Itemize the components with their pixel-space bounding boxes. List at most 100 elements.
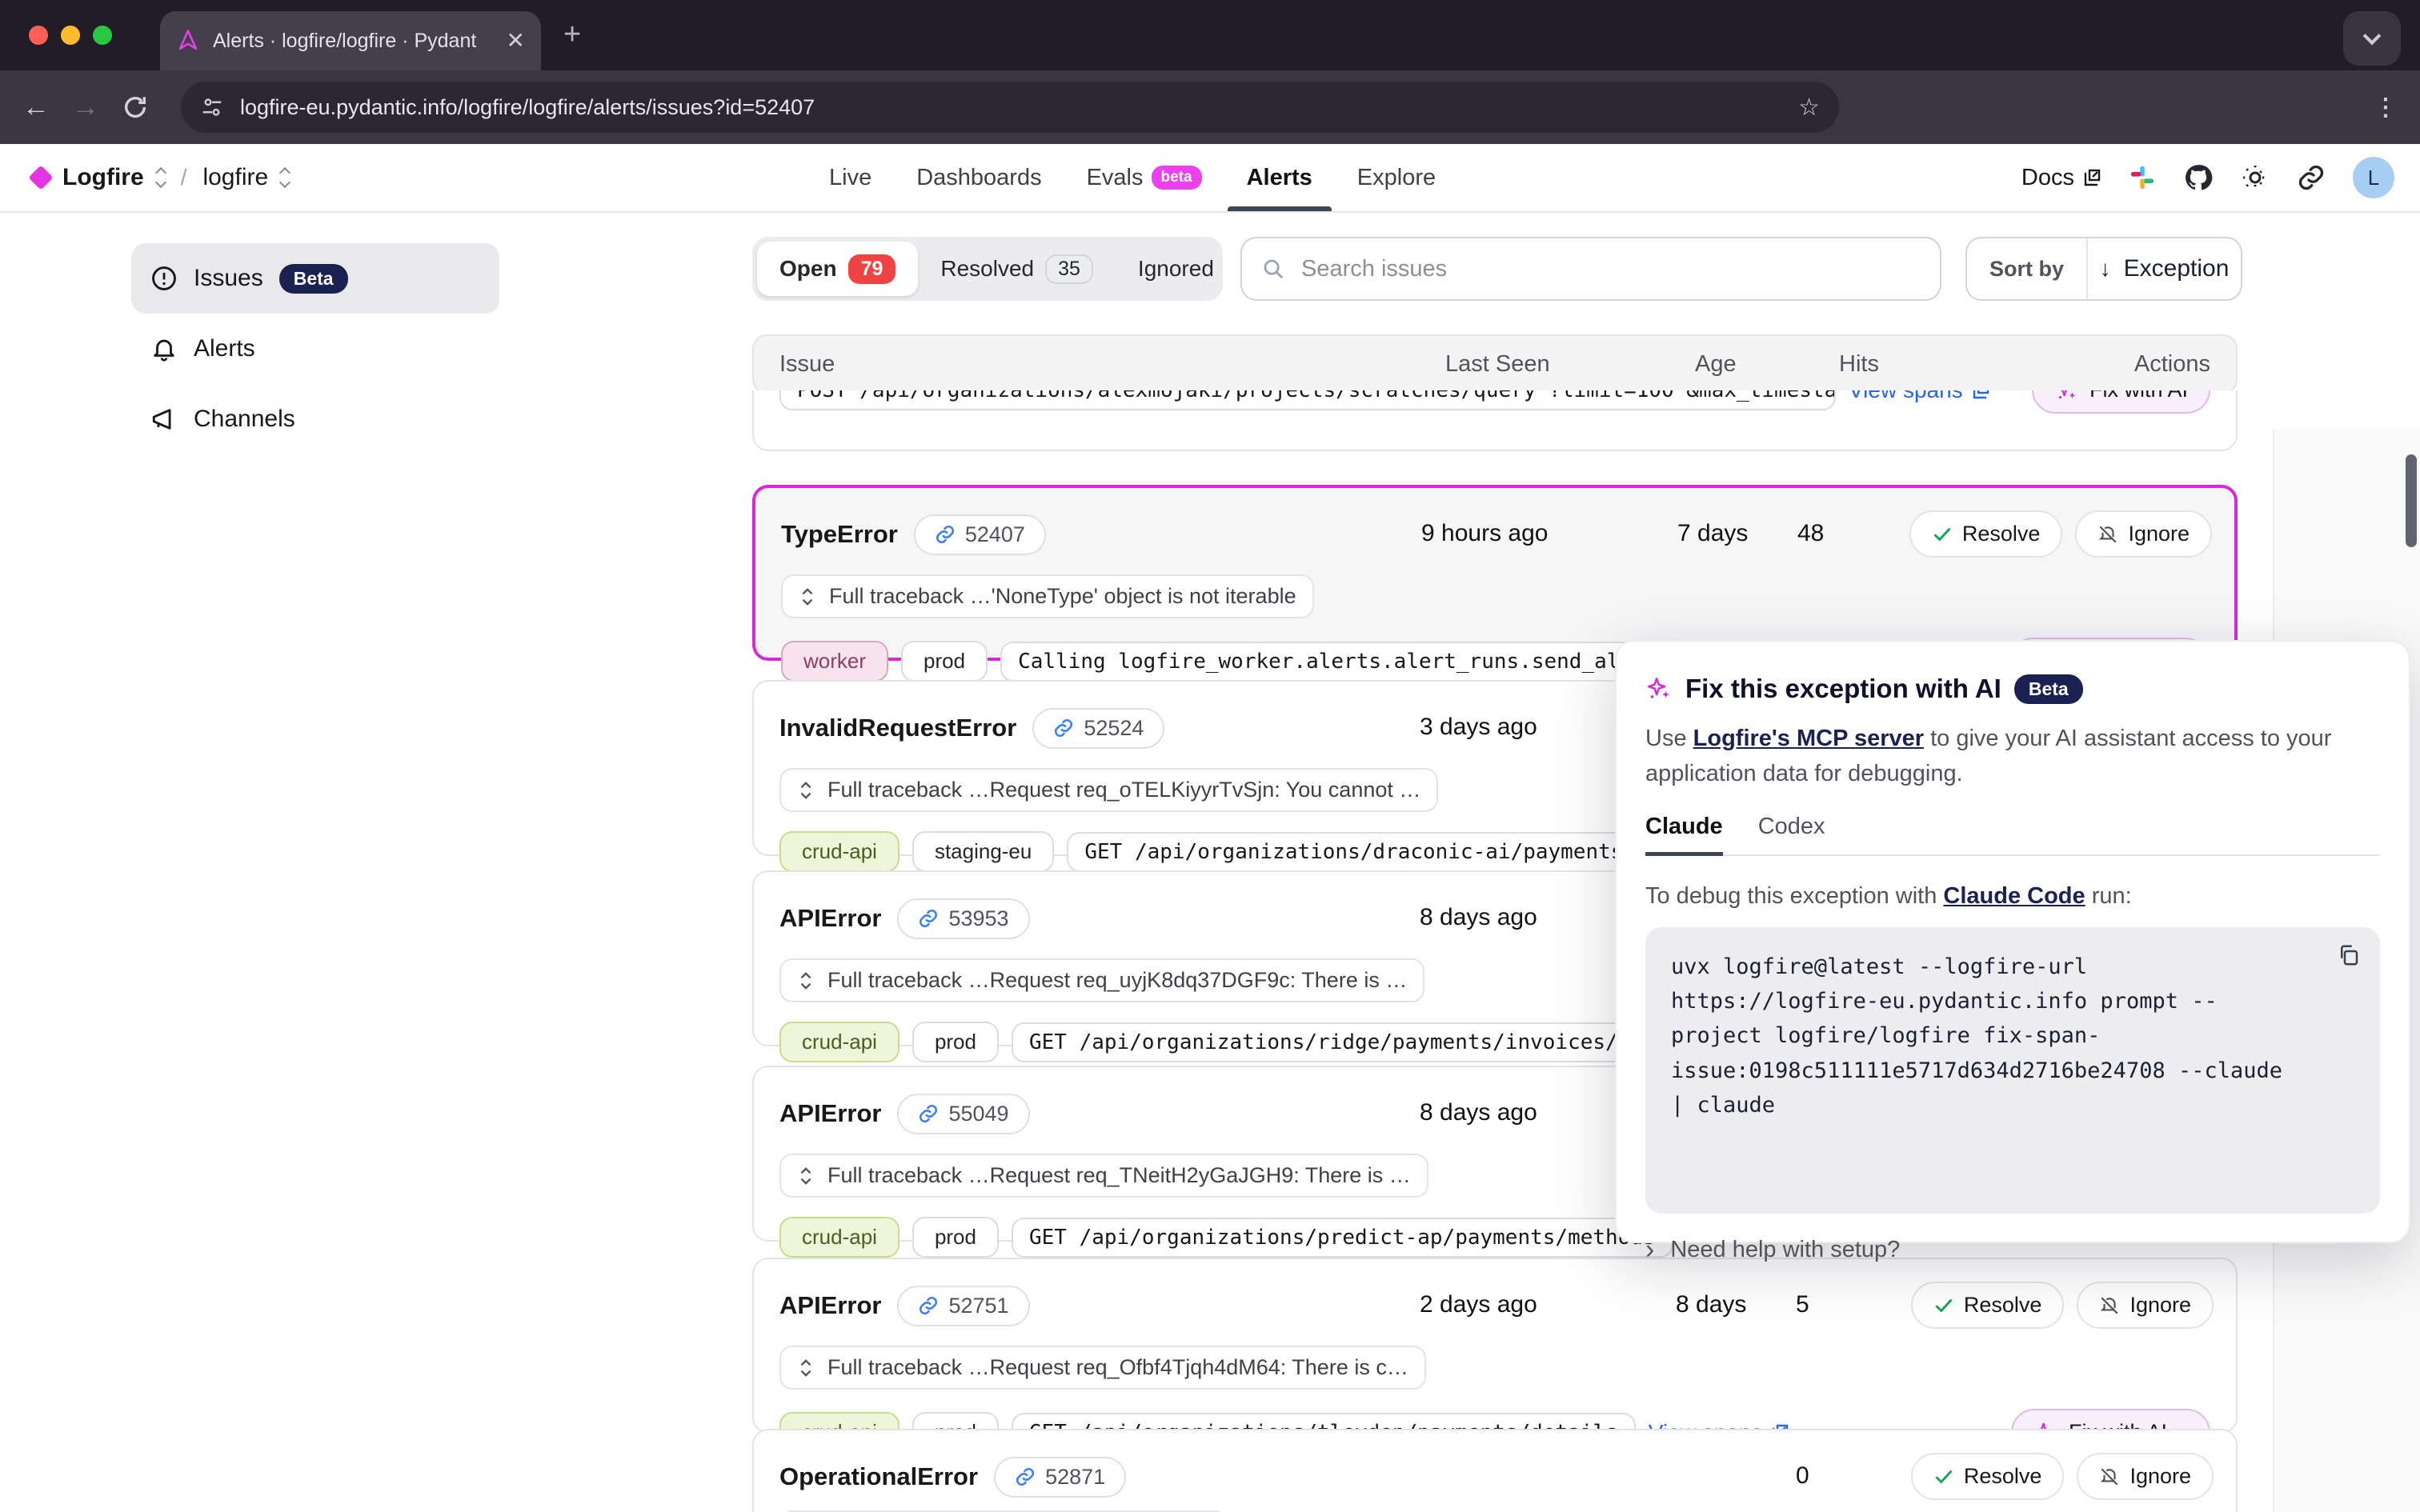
resolve-button[interactable]: Resolve bbox=[1911, 1282, 2065, 1329]
ignore-button[interactable]: Ignore bbox=[2075, 510, 2212, 558]
mcp-server-link[interactable]: Logfire's MCP server bbox=[1693, 726, 1924, 751]
issue-id-chip[interactable]: 53953 bbox=[897, 898, 1029, 939]
alert-circle-icon bbox=[150, 265, 178, 292]
popup-description: Use Logfire's MCP server to give your AI… bbox=[1645, 722, 2380, 791]
issue-hits: 0 bbox=[1796, 1462, 1809, 1490]
back-button[interactable]: ← bbox=[22, 92, 50, 123]
issue-age: 8 days bbox=[1676, 1291, 1746, 1318]
browser-tab-bar: Alerts · logfire/logfire · Pydant ✕ + bbox=[0, 0, 2420, 70]
expand-icon bbox=[797, 1358, 815, 1378]
docs-link[interactable]: Docs bbox=[2021, 165, 2101, 191]
browser-menu-icon[interactable]: ⋮ bbox=[2374, 94, 2398, 122]
close-window-button[interactable] bbox=[29, 26, 48, 45]
ignore-slash-icon bbox=[2099, 1295, 2120, 1316]
browser-tab[interactable]: Alerts · logfire/logfire · Pydant ✕ bbox=[160, 11, 541, 70]
issue-row[interactable]: TypeError 52407 9 hours ago 7 days 48 Re… bbox=[752, 485, 2238, 661]
setup-help-toggle[interactable]: › Need help with setup? bbox=[1645, 1234, 2380, 1266]
tab-open[interactable]: Open 79 bbox=[757, 242, 918, 296]
issue-title: TypeError bbox=[781, 520, 898, 549]
slack-icon[interactable] bbox=[2129, 164, 2156, 191]
resolve-button[interactable]: Resolve bbox=[1911, 1453, 2065, 1500]
issue-id-chip[interactable]: 55049 bbox=[897, 1094, 1029, 1134]
issue-row[interactable]: APIError 52751 2 days ago 8 days 5 Resol… bbox=[752, 1258, 2238, 1434]
issue-id: 53953 bbox=[948, 906, 1008, 931]
maximize-window-button[interactable] bbox=[93, 26, 112, 45]
issue-title: APIError bbox=[779, 1291, 881, 1320]
issue-row[interactable]: OperationalError 52871 0 Resolve Ignore bbox=[752, 1429, 2238, 1512]
column-age: Age bbox=[1695, 351, 1737, 378]
issue-row-partial[interactable]: POST /api/organizations/alexmojaki/proje… bbox=[752, 390, 2238, 451]
tab-codex[interactable]: Codex bbox=[1758, 814, 1825, 854]
issue-age: 7 days bbox=[1677, 520, 1748, 547]
view-spans-link[interactable]: View spans bbox=[1849, 390, 1990, 403]
nav-evals[interactable]: Evals beta bbox=[1087, 144, 1202, 211]
tab-resolved[interactable]: Resolved 35 bbox=[918, 242, 1116, 296]
scrollbar-thumb[interactable] bbox=[2406, 454, 2417, 547]
traceback-pill[interactable]: Full traceback …Request req_uyjK8dq37DGF… bbox=[779, 958, 1424, 1002]
ignore-button[interactable]: Ignore bbox=[2077, 1282, 2214, 1329]
ignore-button[interactable]: Ignore bbox=[2077, 1453, 2214, 1500]
share-link-icon[interactable] bbox=[2297, 163, 2326, 192]
search-box[interactable] bbox=[1240, 237, 1941, 301]
issue-last-seen: 8 days ago bbox=[1420, 1099, 1537, 1126]
popup-run-instruction: To debug this exception with Claude Code… bbox=[1645, 883, 2380, 910]
traceback-pill[interactable]: Full traceback …Request req_Ofbf4Tjqh4dM… bbox=[779, 1346, 1426, 1390]
window-controls[interactable] bbox=[29, 26, 112, 45]
search-input[interactable] bbox=[1298, 254, 1921, 284]
minimize-window-button[interactable] bbox=[61, 26, 80, 45]
nav-alerts[interactable]: Alerts bbox=[1247, 144, 1312, 211]
tab-search-button[interactable] bbox=[2343, 11, 2401, 66]
sort-control[interactable]: Sort by ↓ Exception bbox=[1965, 237, 2242, 301]
tab-claude[interactable]: Claude bbox=[1645, 814, 1723, 854]
forward-button[interactable]: → bbox=[72, 92, 99, 123]
site-settings-icon[interactable] bbox=[200, 95, 224, 119]
project-selector-chevrons-icon[interactable] bbox=[281, 169, 289, 186]
project-selector[interactable]: logfire bbox=[202, 164, 268, 191]
theme-toggle-sun-icon[interactable] bbox=[2241, 163, 2270, 192]
bookmark-star-icon[interactable]: ☆ bbox=[1798, 94, 1820, 122]
fix-with-ai-button[interactable]: Fix with AI bbox=[2032, 390, 2210, 414]
sidebar-item-issues[interactable]: Issues Beta bbox=[131, 243, 499, 314]
org-selector-chevrons-icon[interactable] bbox=[157, 169, 165, 186]
sidebar-item-channels[interactable]: Channels bbox=[131, 384, 499, 454]
resolve-button[interactable]: Resolve bbox=[1909, 510, 2063, 558]
user-avatar[interactable]: L bbox=[2353, 157, 2394, 198]
sort-value-dropdown[interactable]: ↓ Exception bbox=[2088, 255, 2241, 282]
issue-id: 52524 bbox=[1084, 716, 1144, 741]
sparkles-icon bbox=[2054, 390, 2078, 402]
reload-button[interactable] bbox=[122, 94, 149, 121]
nav-dashboards[interactable]: Dashboards bbox=[916, 144, 1041, 211]
issue-id-chip[interactable]: 52524 bbox=[1032, 708, 1164, 749]
org-selector[interactable]: Logfire bbox=[62, 164, 144, 191]
issue-id-chip[interactable]: 52407 bbox=[914, 514, 1046, 555]
tab-close-icon[interactable]: ✕ bbox=[507, 30, 525, 52]
traceback-pill[interactable]: Full traceback …'NoneType' object is not… bbox=[781, 574, 1314, 618]
copy-icon[interactable] bbox=[2337, 943, 2361, 967]
sidebar-item-label: Alerts bbox=[194, 335, 255, 362]
filter-bar: Open 79 Resolved 35 Ignored Sort by ↓ bbox=[752, 237, 2242, 301]
nav-live[interactable]: Live bbox=[829, 144, 871, 211]
status-segmented-control: Open 79 Resolved 35 Ignored bbox=[752, 237, 1223, 301]
traceback-pill[interactable]: Full traceback …Request req_oTELKiyyrTvS… bbox=[779, 768, 1438, 812]
issue-id-chip[interactable]: 52871 bbox=[994, 1457, 1126, 1498]
expand-icon bbox=[797, 780, 815, 801]
link-icon bbox=[935, 524, 956, 545]
new-tab-button[interactable]: + bbox=[563, 19, 581, 50]
sidebar-item-label: Channels bbox=[194, 406, 295, 433]
expand-icon bbox=[797, 1166, 815, 1186]
issue-id-chip[interactable]: 52751 bbox=[897, 1286, 1029, 1326]
address-bar[interactable]: logfire-eu.pydantic.info/logfire/logfire… bbox=[181, 82, 1839, 133]
org-project-breadcrumb: Logfire / logfire bbox=[32, 144, 289, 211]
env-tag: crud-api bbox=[779, 1022, 899, 1062]
github-icon[interactable] bbox=[2183, 162, 2214, 193]
claude-code-link[interactable]: Claude Code bbox=[1943, 883, 2085, 909]
issue-id: 52407 bbox=[965, 522, 1025, 547]
traceback-pill[interactable]: Full traceback …Request req_TNeitH2yGaJG… bbox=[779, 1154, 1428, 1198]
nav-explore[interactable]: Explore bbox=[1357, 144, 1436, 211]
env-tag: staging-eu bbox=[912, 831, 1054, 872]
fix-with-ai-popup: Fix this exception with AI Beta Use Logf… bbox=[1615, 640, 2410, 1243]
link-icon bbox=[1015, 1466, 1036, 1487]
tab-title: Alerts · logfire/logfire · Pydant bbox=[213, 30, 494, 53]
tab-ignored[interactable]: Ignored bbox=[1116, 242, 1236, 296]
sidebar-item-alerts[interactable]: Alerts bbox=[131, 314, 499, 384]
